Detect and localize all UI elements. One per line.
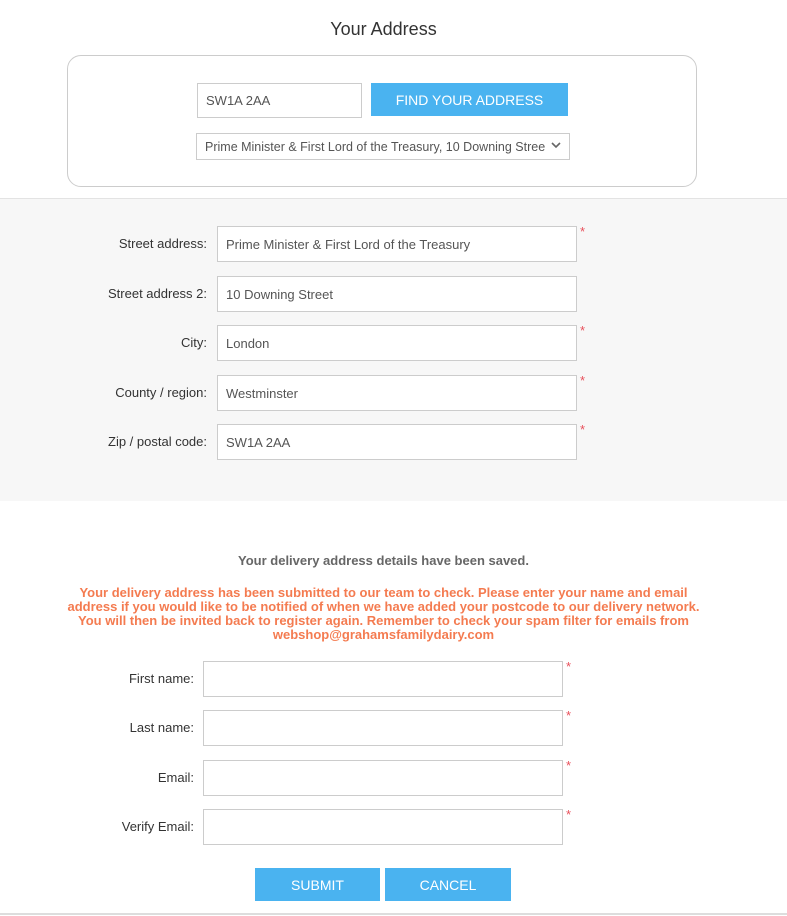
notice-line: webshop@grahamsfamilydairy.com bbox=[272, 627, 495, 642]
submit-button[interactable]: SUBMIT bbox=[255, 868, 380, 901]
required-marker: * bbox=[566, 708, 572, 723]
email-row: Email: * bbox=[0, 758, 787, 796]
page-title: Your Address bbox=[330, 19, 437, 39]
notice-line: You will then be invited back to registe… bbox=[78, 613, 689, 628]
last-name-row: Last name: * bbox=[0, 708, 787, 746]
last-name-label: Last name: bbox=[129, 720, 194, 735]
street-address-input[interactable] bbox=[217, 226, 577, 262]
verify-email-label: Verify Email: bbox=[121, 819, 194, 834]
street-address-2-input[interactable] bbox=[217, 276, 577, 312]
find-address-button[interactable]: FIND YOUR ADDRESS bbox=[371, 83, 568, 116]
address-select[interactable]: Prime Minister & First Lord of the Treas… bbox=[196, 133, 570, 160]
postal-code-label: Zip / postal code: bbox=[108, 434, 207, 449]
city-input[interactable] bbox=[217, 325, 577, 361]
notice-line: Your delivery address has been submitted… bbox=[79, 585, 688, 600]
street-address-2-label: Street address 2: bbox=[108, 286, 207, 301]
street-address-row: Street address: * bbox=[0, 224, 787, 262]
email-label: Email: bbox=[157, 770, 194, 785]
street-address-2-row: Street address 2: bbox=[0, 276, 787, 312]
first-name-row: First name: * bbox=[0, 659, 787, 697]
postal-code-input[interactable] bbox=[217, 424, 577, 460]
city-label: City: bbox=[181, 335, 207, 350]
last-name-input[interactable] bbox=[203, 710, 563, 746]
county-row: County / region: * bbox=[0, 373, 787, 411]
notice-message: Your delivery address has been submitted… bbox=[40, 586, 727, 642]
city-row: City: * bbox=[0, 323, 787, 361]
postal-code-row: Zip / postal code: * bbox=[0, 422, 787, 460]
verify-email-input[interactable] bbox=[203, 809, 563, 845]
county-label: County / region: bbox=[115, 385, 207, 400]
required-marker: * bbox=[566, 807, 572, 822]
cancel-button[interactable]: CANCEL bbox=[385, 868, 511, 901]
first-name-input[interactable] bbox=[203, 661, 563, 697]
address-lookup-panel bbox=[67, 55, 697, 187]
saved-message: Your delivery address details have been … bbox=[238, 553, 529, 568]
required-marker: * bbox=[580, 422, 586, 437]
first-name-label: First name: bbox=[128, 671, 194, 686]
required-marker: * bbox=[580, 323, 586, 338]
required-marker: * bbox=[580, 224, 586, 239]
notice-line: address if you would like to be notified… bbox=[67, 599, 700, 614]
address-select-value: Prime Minister & First Lord of the Treas… bbox=[205, 139, 546, 154]
chevron-down-icon bbox=[551, 141, 561, 152]
divider bbox=[0, 913, 787, 915]
email-input[interactable] bbox=[203, 760, 563, 796]
required-marker: * bbox=[566, 659, 572, 674]
county-input[interactable] bbox=[217, 375, 577, 411]
required-marker: * bbox=[566, 758, 572, 773]
postcode-input[interactable] bbox=[197, 83, 362, 118]
required-marker: * bbox=[580, 373, 586, 388]
verify-email-row: Verify Email: * bbox=[0, 807, 787, 845]
street-address-label: Street address: bbox=[118, 236, 207, 251]
